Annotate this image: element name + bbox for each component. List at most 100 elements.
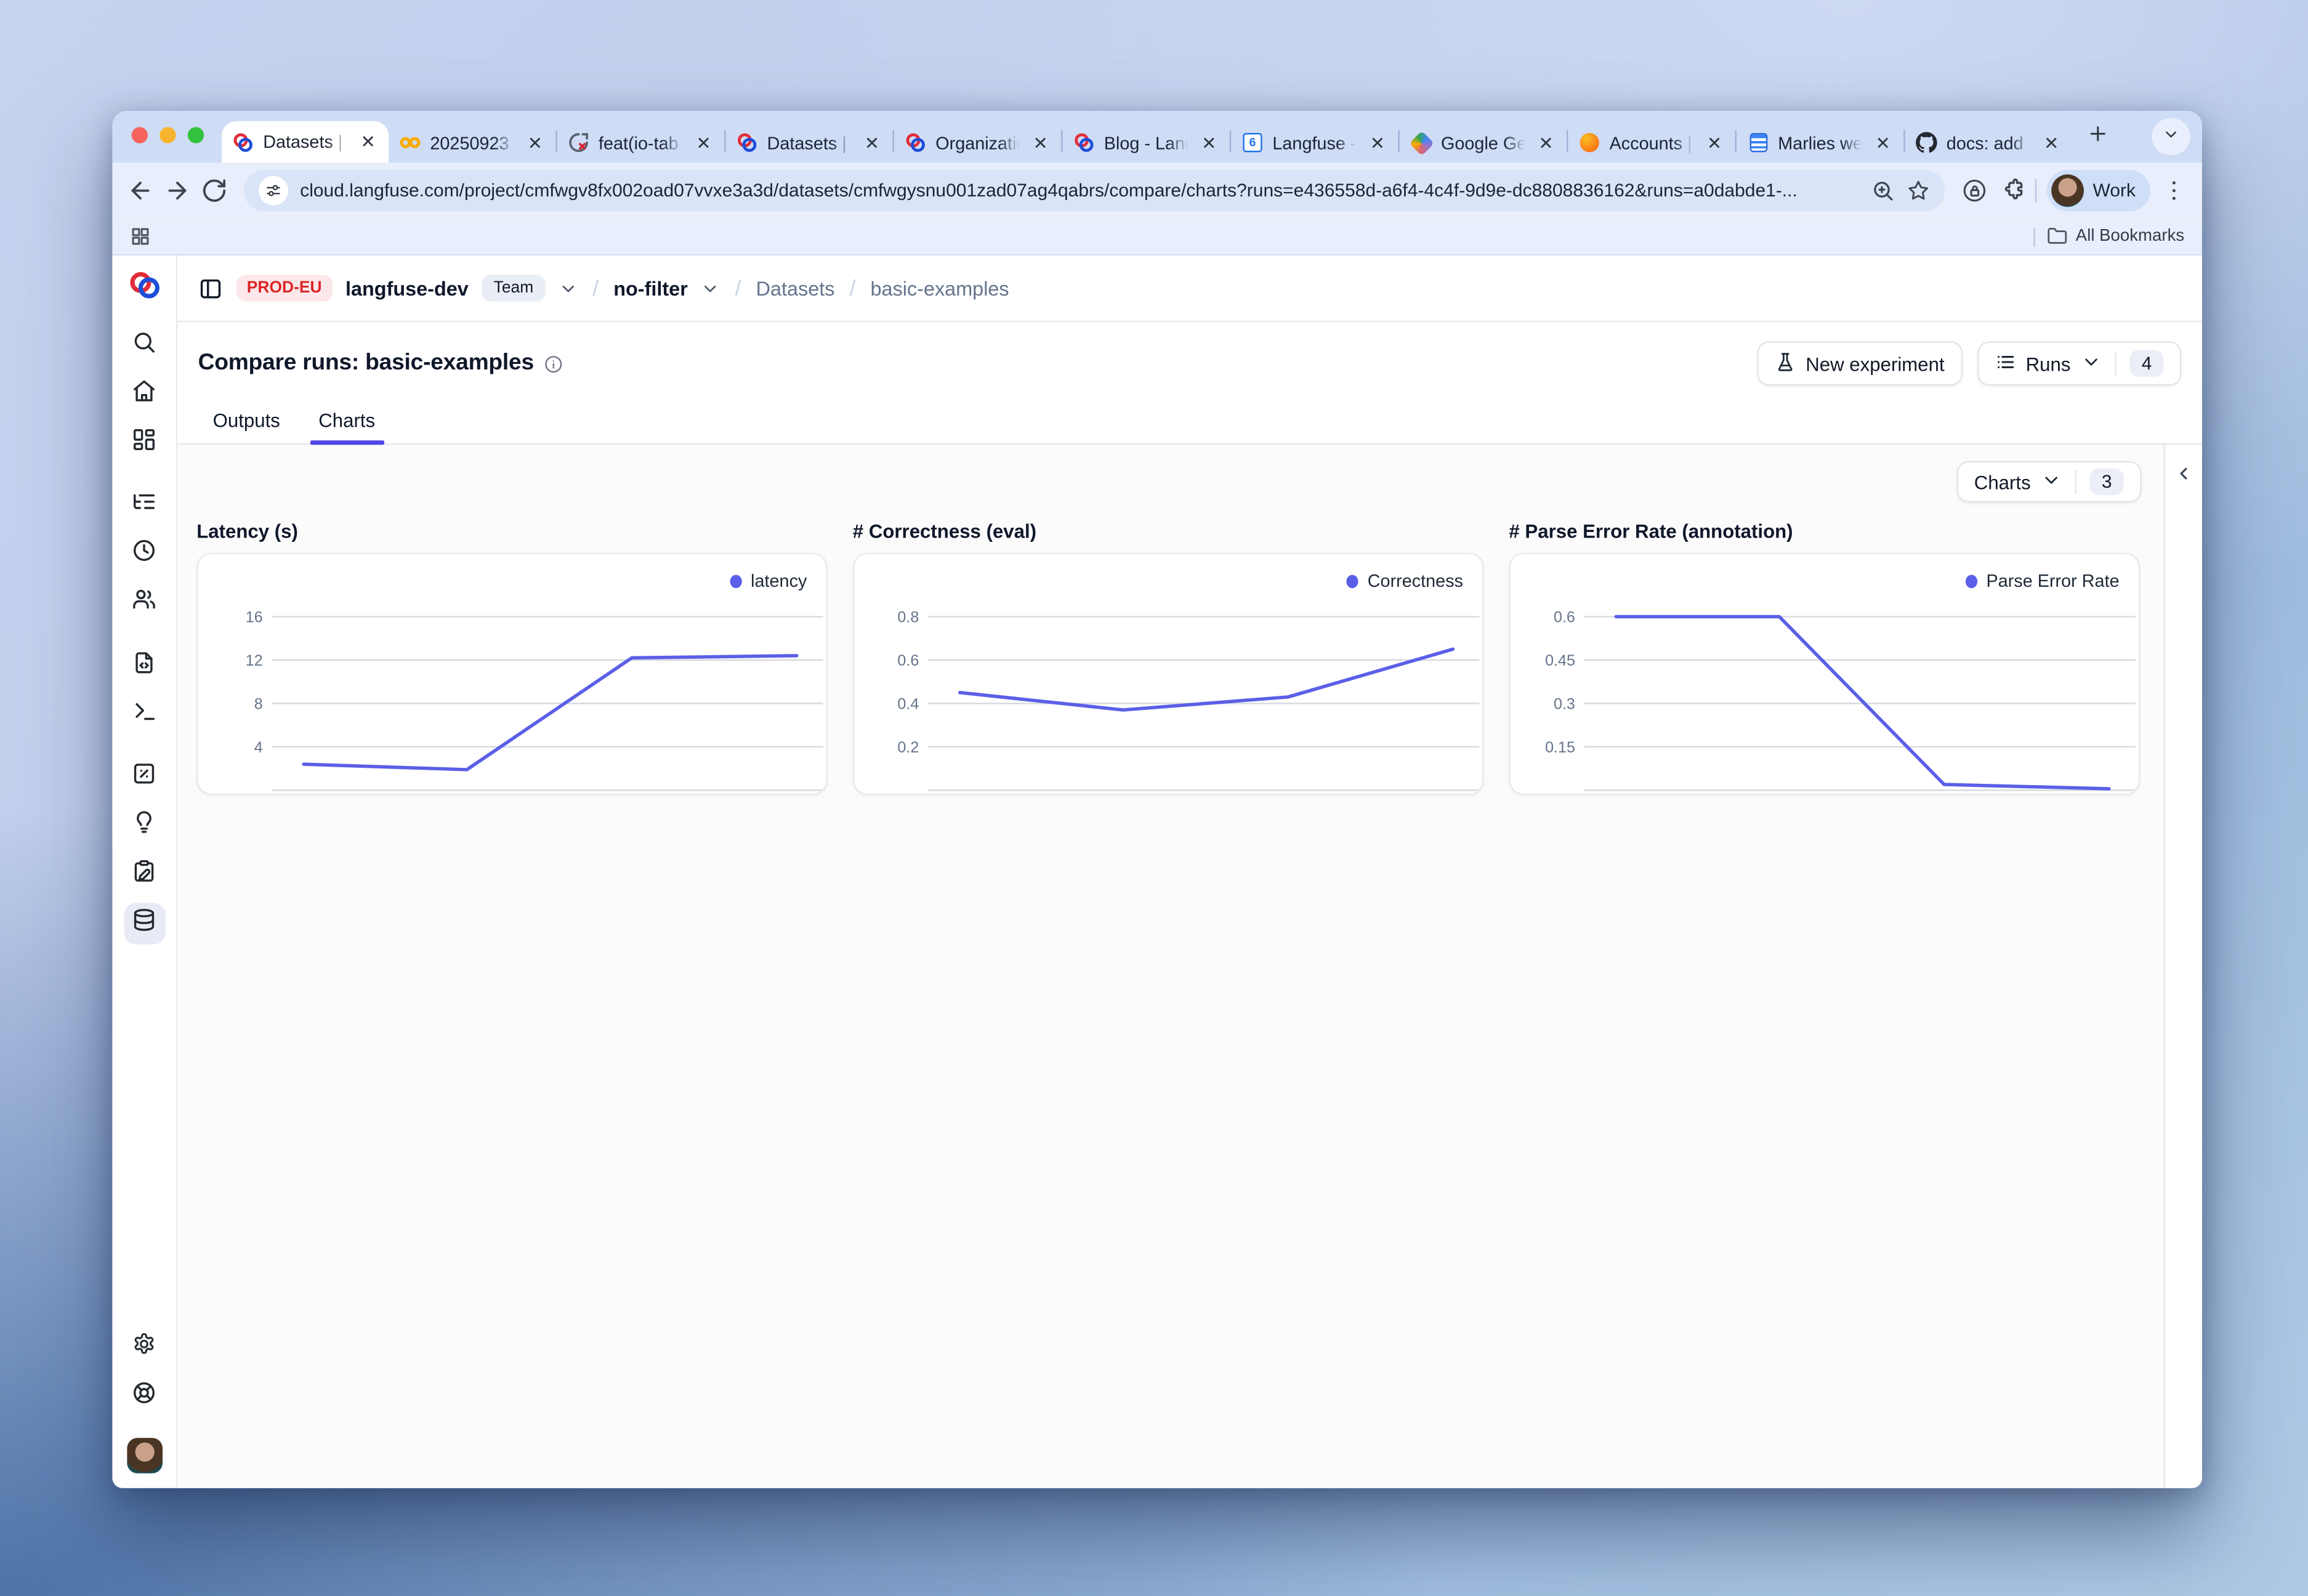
collapse-panel-chevron-left-icon[interactable] xyxy=(2174,464,2193,483)
browser-tab-10[interactable]: Marlies we✕ xyxy=(1737,123,1903,163)
browser-menu-kebab-icon[interactable] xyxy=(2161,177,2187,204)
gear-icon xyxy=(132,1331,157,1363)
charts-dropdown-button[interactable]: Charts 3 xyxy=(1956,461,2142,502)
charts-dropdown-label: Charts xyxy=(1974,470,2031,493)
sidebar-item-dashboards[interactable] xyxy=(123,422,164,463)
all-bookmarks-button[interactable]: All Bookmarks xyxy=(2046,226,2184,247)
breadcrumb-datasets[interactable]: Datasets xyxy=(756,277,835,299)
sidebar-item-prompts[interactable] xyxy=(123,645,164,687)
button-divider xyxy=(2075,470,2076,493)
org-name[interactable]: langfuse-dev xyxy=(345,277,469,299)
page-tabs: Outputs Charts xyxy=(177,400,2202,445)
browser-tab-5[interactable]: Organizatio✕ xyxy=(894,123,1061,163)
langfuse-logo-icon[interactable] xyxy=(126,270,162,300)
zoom-page-icon[interactable] xyxy=(1871,179,1895,202)
close-tab-icon[interactable]: ✕ xyxy=(1704,132,1725,153)
close-tab-icon[interactable]: ✕ xyxy=(1367,132,1388,153)
sidebar-item-support[interactable] xyxy=(123,1375,164,1416)
close-window-button[interactable] xyxy=(132,127,148,143)
sidebar-toggle-icon[interactable] xyxy=(198,276,224,301)
browser-tab-8[interactable]: Google Ge✕ xyxy=(1400,123,1567,163)
new-experiment-button[interactable]: New experiment xyxy=(1757,341,1962,385)
browser-tab-2[interactable]: 20250923✕ xyxy=(389,123,555,163)
legend-dot-icon xyxy=(730,574,742,587)
tab-search-button[interactable] xyxy=(2152,118,2190,155)
chart-card: 0.150.30.450.6Parse Error Rate xyxy=(1509,553,2140,796)
close-tab-icon[interactable]: ✕ xyxy=(1536,132,1557,153)
tab-label: docs: add xyxy=(1947,132,2032,153)
chevron-down-icon[interactable] xyxy=(559,278,578,297)
runs-dropdown-button[interactable]: Runs 4 xyxy=(1977,341,2181,385)
sidebar-item-search[interactable] xyxy=(123,324,164,366)
tab-label: Datasets | L xyxy=(263,132,349,153)
browser-tab-1[interactable]: Datasets | L ✕ xyxy=(222,121,389,163)
life-buoy-icon xyxy=(132,1379,157,1412)
legend-dot-icon xyxy=(1347,574,1358,587)
home-icon xyxy=(132,377,157,410)
project-name[interactable]: no-filter xyxy=(613,277,688,299)
toolbar-divider xyxy=(2035,179,2036,202)
address-bar[interactable]: cloud.langfuse.com/project/cmfwgv8fx002o… xyxy=(244,170,1945,211)
sidebar-item-annotation-queues[interactable] xyxy=(123,854,164,895)
sidebar-item-datasets[interactable] xyxy=(123,903,164,944)
close-tab-icon[interactable]: ✕ xyxy=(2041,132,2062,153)
close-tab-icon[interactable]: ✕ xyxy=(693,132,714,153)
sidebar-item-playground[interactable] xyxy=(123,694,164,735)
environment-badge[interactable]: PROD-EU xyxy=(236,275,332,301)
window-controls[interactable] xyxy=(132,127,204,143)
reload-button[interactable] xyxy=(201,177,227,204)
site-settings-icon[interactable] xyxy=(259,176,288,206)
sidebar-item-sessions[interactable] xyxy=(123,533,164,574)
all-bookmarks-label: All Bookmarks xyxy=(2076,228,2184,246)
tab-outputs[interactable]: Outputs xyxy=(198,400,295,443)
search-icon xyxy=(132,329,157,361)
sidebar-item-tracing[interactable] xyxy=(123,485,164,526)
extensions-puzzle-icon[interactable] xyxy=(1998,177,2025,204)
close-tab-icon[interactable]: ✕ xyxy=(1873,132,1894,153)
new-experiment-label: New experiment xyxy=(1806,352,1944,374)
chart-legend: Parse Error Rate xyxy=(1966,570,2120,591)
chart-group-2: # Correctness (eval)0.20.40.60.8Correctn… xyxy=(853,511,1484,795)
app-sidebar xyxy=(112,256,177,1488)
sidebar-item-settings[interactable] xyxy=(123,1326,164,1368)
minimize-window-button[interactable] xyxy=(159,127,176,143)
list-icon xyxy=(1995,351,2015,376)
svg-text:0.6: 0.6 xyxy=(897,652,919,669)
browser-profile-chip[interactable]: Work xyxy=(2047,170,2150,211)
chart-card: 481216latency xyxy=(196,553,828,796)
chart-card: 0.20.40.60.8Correctness xyxy=(853,553,1484,796)
chart-legend: latency xyxy=(730,570,807,591)
sidebar-item-users[interactable] xyxy=(123,582,164,624)
back-button[interactable] xyxy=(127,177,153,204)
browser-tab-3[interactable]: feat(io-tab✕ xyxy=(557,123,724,163)
zoom-window-button[interactable] xyxy=(188,127,204,143)
close-tab-icon[interactable]: ✕ xyxy=(1030,132,1051,153)
chart-title: Latency (s) xyxy=(196,520,828,542)
breadcrumb-dataset-name[interactable]: basic-examples xyxy=(871,277,1009,299)
url-text[interactable]: cloud.langfuse.com/project/cmfwgv8fx002o… xyxy=(300,180,1859,201)
browser-tab-9[interactable]: Accounts |✕ xyxy=(1568,123,1735,163)
chevron-down-icon[interactable] xyxy=(701,278,720,297)
bookmarks-divider xyxy=(2033,227,2034,246)
close-tab-icon[interactable]: ✕ xyxy=(861,132,882,153)
bookmark-star-icon[interactable] xyxy=(1907,179,1930,202)
apps-grid-icon[interactable] xyxy=(130,226,151,247)
extension-lock-icon[interactable] xyxy=(1961,177,1988,204)
sidebar-item-home[interactable] xyxy=(123,373,164,414)
browser-tab-6[interactable]: Blog - Lang✕ xyxy=(1063,123,1230,163)
browser-tab-11[interactable]: docs: add ✕ xyxy=(1905,123,2072,163)
sidebar-item-scores[interactable] xyxy=(123,757,164,798)
forward-button[interactable] xyxy=(164,177,190,204)
tab-charts[interactable]: Charts xyxy=(304,400,390,443)
browser-tab-7[interactable]: 6Langfuse -✕ xyxy=(1231,123,1398,163)
close-tab-icon[interactable]: ✕ xyxy=(525,132,546,153)
terminal-icon xyxy=(132,698,157,731)
new-tab-button[interactable] xyxy=(2078,118,2116,156)
browser-tab-4[interactable]: Datasets |✕ xyxy=(725,123,892,163)
info-icon[interactable] xyxy=(544,354,563,373)
database-icon xyxy=(132,908,157,940)
user-avatar[interactable] xyxy=(126,1438,162,1473)
close-tab-icon[interactable]: ✕ xyxy=(358,132,379,153)
close-tab-icon[interactable]: ✕ xyxy=(1198,132,1219,153)
sidebar-item-insights[interactable] xyxy=(123,805,164,847)
